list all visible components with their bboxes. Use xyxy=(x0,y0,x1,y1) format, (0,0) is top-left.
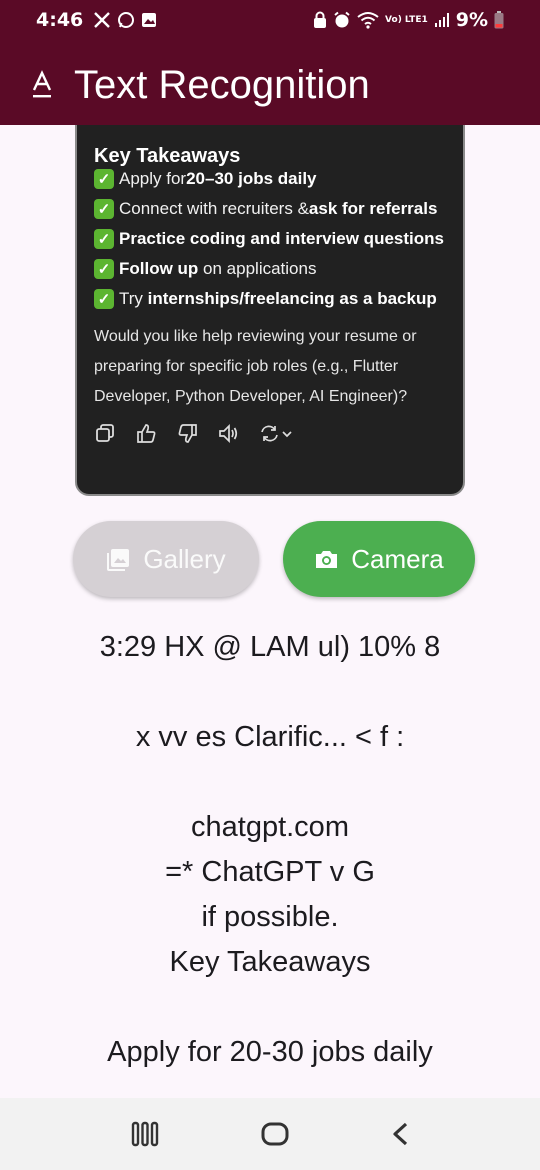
app-title: Text Recognition xyxy=(74,62,370,107)
network-type-label: Vo) LTE1 xyxy=(385,14,428,25)
recognized-line: x vv es Clarific... < f : xyxy=(135,721,405,753)
check-icon: ✓ xyxy=(94,259,114,279)
x-app-icon xyxy=(93,10,111,30)
selected-image-preview: Key Takeaways ✓ Apply for 20–30 jobs dai… xyxy=(75,125,465,496)
camera-icon xyxy=(314,547,339,572)
bullet-text: Connect with recruiters & xyxy=(119,199,309,218)
recognized-line: if possible. xyxy=(201,901,339,933)
bullet-bold-text: ask for referrals xyxy=(308,199,438,218)
content-area[interactable]: Key Takeaways ✓ Apply for 20–30 jobs dai… xyxy=(0,125,540,1098)
list-item: ✓ Follow up on applications xyxy=(94,254,464,284)
thumbs-up-icon xyxy=(136,423,157,444)
bullet-text: Apply for xyxy=(119,169,187,188)
regenerate-icon xyxy=(259,423,293,444)
check-icon: ✓ xyxy=(94,199,114,219)
camera-button-label: Camera xyxy=(351,543,444,574)
bullet-bold-text: internships/freelancing as a backup xyxy=(147,289,437,308)
list-item: ✓ Try internships/freelancing as a backu… xyxy=(94,284,464,314)
status-time: 4:46 xyxy=(36,9,84,31)
battery-icon xyxy=(494,10,504,30)
list-item: ✓ Connect with recruiters & ask for refe… xyxy=(94,194,464,224)
signal-icon xyxy=(434,10,450,30)
preview-bullet-list: ✓ Apply for 20–30 jobs daily ✓ Connect w… xyxy=(94,164,464,314)
check-icon: ✓ xyxy=(94,289,114,309)
recognized-line: =* ChatGPT v G xyxy=(165,856,375,888)
system-navigation-bar xyxy=(0,1098,540,1170)
bullet-bold-text: Follow up xyxy=(119,259,199,278)
list-item: ✓ Practice coding and interview question… xyxy=(94,224,464,254)
bullet-text: Try xyxy=(119,289,148,308)
gallery-notification-icon xyxy=(141,10,157,30)
thumbs-down-icon xyxy=(177,423,198,444)
bullet-text: on applications xyxy=(198,259,317,278)
check-icon: ✓ xyxy=(94,229,114,249)
whatsapp-icon xyxy=(117,10,135,30)
recognized-line: 3:29 HX @ LAM ul) 10% 8 xyxy=(99,631,441,663)
back-button[interactable] xyxy=(391,1121,409,1147)
recognized-line: chatgpt.com xyxy=(191,811,349,843)
app-header: 4:46 Vo) LTE1 9% Text Recognition xyxy=(0,0,540,125)
alarm-icon xyxy=(333,10,351,30)
battery-level: 9% xyxy=(455,9,488,31)
app-bar: Text Recognition xyxy=(0,50,540,120)
recognized-line xyxy=(0,670,540,715)
camera-button[interactable]: Camera xyxy=(283,521,475,597)
text-a-icon xyxy=(30,70,54,100)
recent-apps-button[interactable] xyxy=(131,1121,159,1147)
recognized-line: Key Takeaways xyxy=(169,946,371,978)
preview-paragraph: Would you like help reviewing your resum… xyxy=(94,328,417,405)
recognized-text-output: 3:29 HX @ LAM ul) 10% 8 x vv es Clarific… xyxy=(0,625,540,1075)
gallery-button-label: Gallery xyxy=(143,543,226,574)
gallery-button[interactable]: Gallery xyxy=(73,521,259,597)
wifi-icon xyxy=(357,10,379,30)
recognized-line xyxy=(0,985,540,1030)
list-item: ✓ Apply for 20–30 jobs daily xyxy=(94,164,464,194)
recognized-line xyxy=(0,760,540,805)
speaker-icon xyxy=(218,423,239,444)
status-bar: 4:46 Vo) LTE1 9% xyxy=(0,0,540,40)
preview-action-row xyxy=(95,423,293,444)
bullet-bold-text: Practice coding and interview questions xyxy=(119,229,444,248)
image-icon xyxy=(106,547,131,572)
check-icon: ✓ xyxy=(94,169,114,189)
copy-icon xyxy=(95,423,116,444)
recognized-line: Apply for 20-30 jobs daily xyxy=(107,1036,433,1068)
lock-icon xyxy=(313,10,327,30)
home-button[interactable] xyxy=(260,1121,290,1147)
bullet-bold-text: 20–30 jobs daily xyxy=(186,169,317,188)
